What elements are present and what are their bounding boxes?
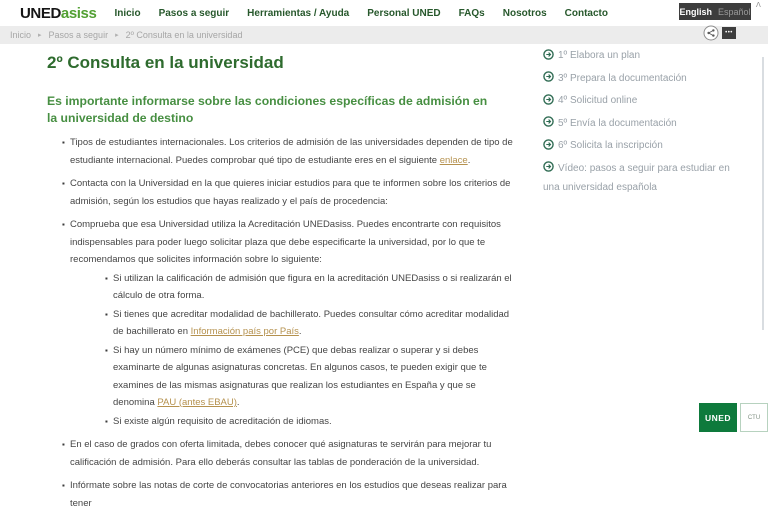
- main-nav: Inicio Pasos a seguir Herramientas / Ayuda…: [114, 8, 608, 19]
- breadcrumb-separator-icon: ▸: [38, 32, 42, 39]
- circle-arrow-right-icon: [543, 115, 554, 127]
- bullet-item: Si hay un número mínimo de exámenes (PCE…: [90, 342, 519, 412]
- sidebar-item-label: Vídeo: pasos a seguir para estudiar en u…: [543, 162, 730, 193]
- page-title: 2º Consulta en la universidad: [47, 53, 284, 72]
- nav-link-pasos-a-seguir[interactable]: Pasos a seguir: [159, 8, 230, 19]
- body-text: En el caso de grados con oferta limitada…: [70, 439, 492, 468]
- body-text: Si tienes que acreditar modalidad de bac…: [113, 308, 510, 338]
- circle-arrow-right-icon: [543, 48, 554, 60]
- page-subtitle: Es importante informarse sobre las condi…: [47, 94, 488, 125]
- ctu-badge-logo[interactable]: CTU: [740, 403, 768, 432]
- bullet-item: En el caso de grados con oferta limitada…: [47, 436, 519, 471]
- nav-link-personal-uned[interactable]: Personal UNED: [367, 8, 440, 19]
- sidebar-item-video-pasos-a-seguir-para-estudiar-en-un[interactable]: Vídeo: pasos a seguir para estudiar en u…: [543, 159, 748, 197]
- bullet-item: Si existe algún requisito de acreditació…: [90, 413, 519, 431]
- body-text: .: [298, 326, 302, 337]
- body-text: Si utilizan la calificación de admisión …: [113, 272, 512, 302]
- nav-link-inicio[interactable]: Inicio: [114, 8, 140, 19]
- circle-arrow-right-icon: [543, 138, 554, 150]
- article: 2º Consulta en la universidad Es importa…: [47, 47, 533, 518]
- nav-link-faqs[interactable]: FAQs: [459, 8, 485, 19]
- sidebar-item-label: 3º Prepara la documentación: [558, 72, 687, 84]
- content-bullet-list: Tipos de estudiantes internacionales. Lo…: [47, 134, 519, 512]
- page: UNEDasiss Inicio Pasos a seguir Herramient…: [0, 0, 768, 509]
- sidebar-item-1-elabora-un-plan[interactable]: 1º Elabora un plan: [543, 46, 748, 65]
- sidebar-item-5-envia-la-documentacion[interactable]: 5º Envía la documentación: [543, 114, 748, 133]
- inline-link-pau-antes-ebau[interactable]: PAU (antes EBAU): [157, 397, 237, 408]
- inline-link-informacion-pais-por-pais[interactable]: Información país por País: [191, 326, 299, 337]
- breadcrumb: Inicio ▸ Pasos a seguir ▸ 2º Consulta en la …: [0, 26, 768, 44]
- uned-badge-logo[interactable]: UNED: [699, 403, 737, 432]
- share-toolbar: •••: [703, 25, 736, 41]
- sidebar-item-label: 5º Envía la documentación: [558, 117, 677, 129]
- bullet-item: Tipos de estudiantes internacionales. Lo…: [47, 134, 519, 169]
- ellipsis-icon[interactable]: •••: [722, 27, 736, 39]
- language-english-button[interactable]: English: [679, 7, 712, 17]
- logo-uned-text: UNED: [20, 4, 61, 22]
- share-nodes-icon[interactable]: [703, 25, 719, 41]
- body-text: Si existe algún requisito de acreditació…: [113, 415, 332, 427]
- bullet-list: Tipos de estudiantes internacionales. Lo…: [47, 134, 519, 512]
- sidebar-item-label: 4º Solicitud online: [558, 95, 638, 106]
- breadcrumb-separator-icon: ▸: [115, 32, 119, 39]
- bullet-item: Contacta con la Universidad en la que qu…: [47, 175, 519, 210]
- body-text: Comprueba que esa Universidad utiliza la…: [70, 219, 501, 265]
- inline-link-enlace[interactable]: enlace: [440, 155, 468, 166]
- sidebar-item-label: 6º Solicita la inscripción: [558, 140, 663, 151]
- nested-bullet-list: Si utilizan la calificación de admisión …: [90, 270, 519, 431]
- nav-link-nosotros[interactable]: Nosotros: [503, 8, 547, 19]
- body-text: Contacta con la Universidad en la que qu…: [70, 178, 511, 207]
- circle-arrow-right-icon: [543, 70, 554, 82]
- scrollbar-thumb[interactable]: [762, 57, 764, 330]
- sidebar-item-3-prepara-la-documentacion[interactable]: 3º Prepara la documentación: [543, 69, 748, 88]
- language-spanish-button[interactable]: Español: [718, 7, 751, 17]
- unedasiss-logo[interactable]: UNEDasiss: [20, 4, 97, 22]
- language-switcher: English Español: [679, 3, 751, 20]
- sidebar-steps-nav: 1º Elabora un plan 3º Prepara la document…: [543, 46, 748, 200]
- bullet-item: Si tienes que acreditar modalidad de bac…: [90, 306, 519, 341]
- bullet-item: Si utilizan la calificación de admisión …: [90, 270, 519, 305]
- sidebar-item-4-solicitud-online[interactable]: 4º Solicitud online: [543, 91, 748, 110]
- breadcrumb-item-pasos-a-seguir[interactable]: Pasos a seguir: [49, 30, 109, 40]
- circle-arrow-right-icon: [543, 93, 554, 105]
- nav-link-contacto[interactable]: Contacto: [565, 8, 608, 19]
- breadcrumb-item-inicio[interactable]: Inicio: [10, 30, 31, 40]
- body-text: .: [236, 397, 240, 408]
- bullet-item: Infórmate sobre las notas de corte de co…: [47, 477, 519, 512]
- body-text: .: [467, 154, 471, 166]
- chevron-up-icon[interactable]: ᐱ: [756, 1, 761, 9]
- logo-asiss-text: asiss: [60, 4, 97, 22]
- top-nav-bar: UNEDasiss Inicio Pasos a seguir Herramient…: [0, 0, 768, 26]
- bullet-item: Comprueba que esa Universidad utiliza la…: [47, 216, 519, 430]
- sidebar-item-label: 1º Elabora un plan: [558, 50, 641, 61]
- breadcrumb-item-2-consulta-en-la-universidad: 2º Consulta en la universidad: [125, 30, 243, 40]
- circle-arrow-right-icon: [543, 160, 554, 172]
- nav-link-herramientas-ayuda[interactable]: Herramientas / Ayuda: [247, 8, 349, 19]
- body-text: Infórmate sobre las notas de corte de co…: [70, 480, 507, 509]
- sidebar-item-6-solicita-la-inscripcion[interactable]: 6º Solicita la inscripción: [543, 136, 748, 155]
